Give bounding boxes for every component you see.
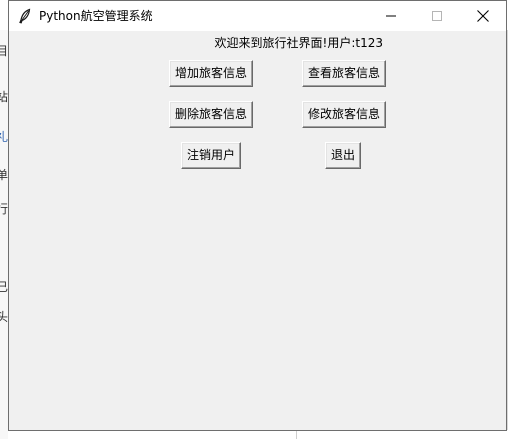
close-button[interactable]	[460, 1, 506, 31]
window-client-area: 欢迎来到旅行社界面!用户:t123 增加旅客信息 查看旅客信息 删除旅客信息 修…	[9, 31, 506, 430]
background-text-fragment: 行	[0, 202, 8, 216]
background-text-fragment: 头	[0, 310, 8, 324]
modify-passenger-button[interactable]: 修改旅客信息	[302, 101, 386, 128]
background-text-fragment: 目	[0, 44, 8, 58]
background-text-fragment: 单	[0, 168, 8, 182]
view-passenger-button[interactable]: 查看旅客信息	[302, 60, 386, 87]
close-icon	[477, 10, 489, 22]
background-window-edge-right	[507, 30, 516, 439]
minimize-button[interactable]	[368, 1, 414, 31]
minimize-icon	[386, 11, 396, 21]
window-title: Python航空管理系统	[39, 9, 153, 23]
background-window-edge: 目 站 礼 单 行 已 头	[0, 30, 8, 439]
exit-button[interactable]: 退出	[325, 142, 361, 169]
background-text-fragment: 礼	[0, 130, 8, 144]
delete-passenger-button[interactable]: 删除旅客信息	[169, 101, 253, 128]
feather-icon	[17, 8, 33, 24]
maximize-button[interactable]	[414, 1, 460, 31]
logout-button[interactable]: 注销用户	[181, 142, 241, 169]
background-text-fragment: 已	[0, 280, 8, 294]
add-passenger-button[interactable]: 增加旅客信息	[169, 60, 253, 87]
maximize-icon	[432, 11, 442, 21]
title-bar[interactable]: Python航空管理系统	[9, 1, 506, 31]
welcome-label: 欢迎来到旅行社界面!用户:t123	[214, 36, 383, 50]
main-window: Python航空管理系统 欢迎来到旅行社界面!用户:t123 增加旅客信息 查看…	[8, 0, 507, 431]
background-window-edge-bottom	[296, 430, 516, 439]
background-text-fragment: 站	[0, 90, 8, 104]
